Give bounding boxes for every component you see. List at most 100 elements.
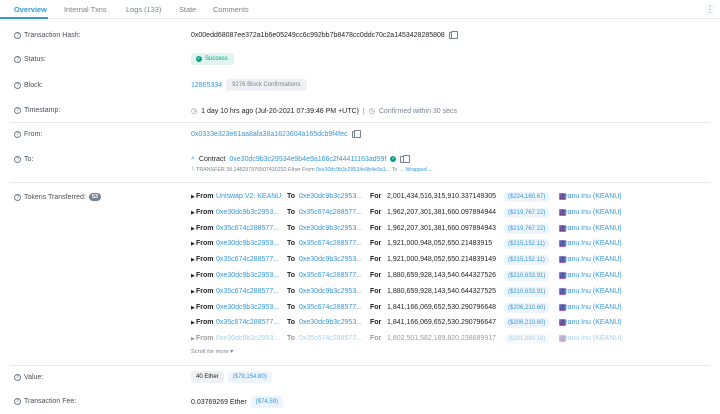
transfer-from-link[interactable]: 0x35c674c288577...: [216, 225, 279, 232]
transfer-to-link[interactable]: 0x35c674c288577...: [299, 304, 362, 311]
tab-state[interactable]: State: [179, 5, 196, 14]
from-label: From: [196, 240, 214, 248]
transfer-usd-badge: ($201,880.18): [504, 334, 550, 345]
transfer-usd-badge: ($206,210.60): [504, 318, 550, 329]
transfer-to-link[interactable]: 0xe30dc9b3c2953...: [299, 319, 362, 326]
from-label: From: [196, 287, 214, 295]
to-label: To: [287, 256, 296, 264]
caret-right-icon: ▶: [191, 257, 195, 264]
status-label: ? Status:: [14, 56, 46, 63]
token-transfer-row: ▶ From 0xe30dc9b3c2953... To 0x35c674c288577…: [191, 207, 671, 219]
tx-hash-label: ? Transaction Hash:: [14, 32, 81, 39]
for-label: For: [370, 272, 382, 279]
from-label: From: [196, 256, 214, 264]
timestamp-value: ◷ 1 day 10 hrs ago (Jul-20-2021 07:39:46…: [191, 107, 458, 116]
for-label: For: [370, 319, 382, 327]
internal-transfer-line: └ TRANSFER 38.148297976507430232 Ether F…: [191, 167, 433, 173]
help-icon: ?: [14, 156, 21, 163]
transfer-amount: 1,880,659,928,143,540.644327526: [387, 272, 496, 279]
transfer-to-link[interactable]: 0x35c674c288577...: [299, 240, 362, 247]
block-value: 12865334 9276 Block Confirmations: [191, 79, 307, 91]
tab-comments[interactable]: Comments: [213, 5, 249, 14]
help-icon: ?: [14, 82, 21, 89]
for-label: For: [370, 303, 382, 311]
caret-right-icon: ▶: [191, 336, 195, 343]
from-label: ? From:: [14, 131, 42, 138]
transfer-from-link[interactable]: 0x35c674c288577...: [216, 319, 279, 326]
transfer-usd-badge: ($219,767.22): [504, 223, 550, 234]
more-options-icon[interactable]: ⋮: [705, 4, 715, 15]
token-transfer-row: ▶ From Uniswap V2: KEANU To 0xe30dc9b3c2953.…: [191, 192, 671, 203]
status-value: ✓ Success: [191, 53, 234, 65]
help-icon: ?: [14, 193, 21, 201]
tokens-count-badge: 53: [88, 193, 101, 201]
tx-hash-value: 0x00edd68087ee372a1b6e05249cc6c992bb7b84…: [191, 31, 459, 39]
help-icon: ?: [14, 398, 21, 405]
caret-right-icon: ▶: [191, 225, 195, 232]
to-label: To: [287, 193, 296, 200]
to-label: To: [287, 335, 296, 343]
confirmations-badge: 9276 Block Confirmations: [226, 79, 307, 91]
value-label: ? Value:: [14, 374, 43, 381]
transfer-from-link[interactable]: 0xe30dc9b3c29534e9b4e9a1...: [316, 167, 390, 173]
transfer-from-link[interactable]: 0x35c674c288577...: [216, 256, 279, 263]
transfer-to-link[interactable]: 0xe30dc9b3c2953...: [299, 193, 362, 200]
transfer-to-link[interactable]: Wrapped ...: [405, 167, 432, 173]
transfer-from-link[interactable]: 0xe30dc9b3c2953...: [216, 335, 279, 342]
caret-right-icon: ▶: [191, 194, 195, 200]
to-value: ⌕ Contract 0xe30dc9b3c29534e9b4e9a166c2f…: [191, 154, 410, 163]
to-label: To: [287, 272, 296, 279]
transfer-from-link[interactable]: Uniswap V2: KEANU: [216, 193, 281, 200]
token-name: Keanu Inu (KEANU): [559, 224, 622, 232]
transfer-usd-badge: ($219,767.22): [504, 207, 550, 218]
help-icon: ?: [14, 107, 21, 114]
for-label: For: [370, 335, 382, 343]
value-ether-badge: 40 Ether: [191, 371, 224, 383]
value-usd-badge: ($79,154.80): [227, 371, 272, 383]
transfer-usd-badge: ($206,210.60): [504, 302, 550, 313]
confirmed-within: Confirmed within 30 secs: [378, 107, 458, 115]
transfer-to-link[interactable]: 0xe30dc9b3c2953...: [299, 288, 362, 295]
copy-icon[interactable]: [351, 130, 361, 138]
stopwatch-icon: ◷: [368, 108, 375, 115]
from-address-link[interactable]: 0x0333e323e61aa8afa38a1623604a165dcb9f4f…: [191, 131, 348, 138]
transfer-to-link[interactable]: 0xe30dc9b3c2953...: [299, 256, 362, 263]
from-label: From: [196, 208, 214, 216]
transfer-amount: 1,841,166,069,652,530.290796648: [387, 303, 496, 311]
transfer-amount: 1,921,000,948,052,650.21483915: [387, 240, 493, 248]
token-name: Keanu Inu (KEANU): [559, 256, 622, 264]
from-label: From: [196, 193, 214, 200]
token-name: Keanu Inu (KEANU): [559, 319, 622, 327]
token-name: Keanu Inu (KEANU): [559, 335, 622, 343]
from-label: From: [196, 224, 214, 232]
transfer-to-link[interactable]: 0x35c674c288577...: [299, 209, 362, 216]
transfer-usd-badge: ($215,152.11): [504, 255, 549, 266]
contract-search-icon: ⌕: [191, 155, 195, 162]
transfer-from-link[interactable]: 0xe30dc9b3c2953...: [216, 240, 279, 247]
for-label: For: [370, 208, 382, 216]
from-label: From: [196, 319, 214, 327]
block-number-link[interactable]: 12865334: [191, 82, 222, 89]
transfer-from-link[interactable]: 0x35c674c288577...: [216, 288, 279, 295]
token-name: Keanu Inu (KEANU): [559, 272, 622, 279]
token-transfer-row: ▶ From 0xe30dc9b3c2953... To 0x35c674c288577…: [191, 334, 671, 345]
for-label: For: [370, 193, 382, 200]
transfer-to-link[interactable]: 0x35c674c288577...: [299, 335, 362, 342]
tab-internal-txns[interactable]: Internal Txns: [64, 5, 107, 14]
caret-right-icon: ▶: [191, 209, 195, 216]
verified-check-icon: ✓: [390, 156, 397, 162]
tab-overview[interactable]: Overview: [14, 5, 47, 14]
copy-icon[interactable]: [400, 154, 410, 163]
transfer-to-link[interactable]: 0x35c674c288577...: [299, 272, 362, 279]
transfer-from-link[interactable]: 0xe30dc9b3c2953...: [216, 209, 279, 216]
transfer-from-link[interactable]: 0xe30dc9b3c2953...: [216, 272, 279, 279]
for-label: For: [370, 224, 382, 232]
caret-right-icon: ▶: [191, 273, 195, 279]
tab-logs[interactable]: Logs (133): [126, 5, 161, 14]
scroll-for-more[interactable]: Scroll for more ▾: [191, 349, 233, 355]
copy-icon[interactable]: [448, 31, 459, 39]
transfer-usd-badge: ($224,160.67): [504, 192, 550, 202]
transfer-from-link[interactable]: 0xe30dc9b3c2953...: [216, 304, 279, 311]
contract-address-link[interactable]: 0xe30dc9b3c29534e9b4e9a166c2f44411163ad5…: [229, 156, 386, 163]
transfer-to-link[interactable]: 0xe30dc9b3c2953...: [299, 225, 362, 232]
